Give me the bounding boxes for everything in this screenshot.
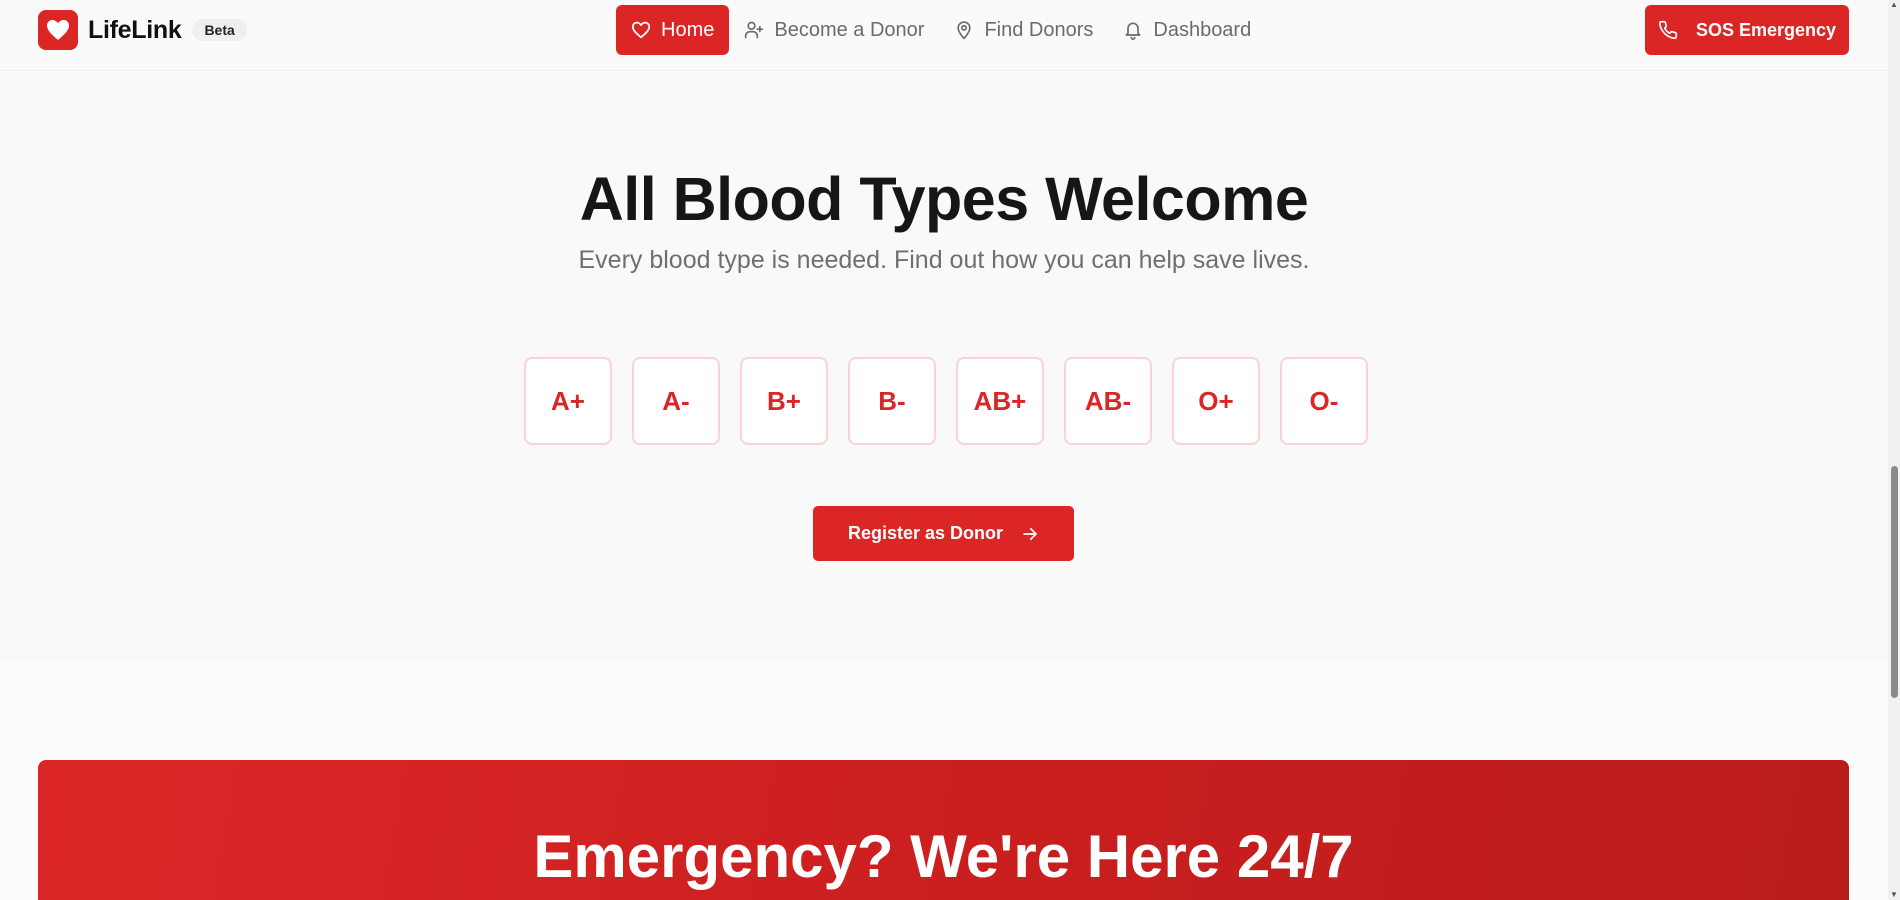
heart-icon: [631, 21, 651, 39]
blood-type-card[interactable]: A-: [632, 357, 720, 445]
scrollbar-thumb[interactable]: [1891, 466, 1898, 698]
nav-item-label: Find Donors: [984, 18, 1094, 41]
blood-type-card[interactable]: O-: [1280, 357, 1368, 445]
section-subtitle: Every blood type is needed. Find out how…: [578, 246, 1310, 274]
scrollbar-track[interactable]: [1888, 0, 1900, 900]
blood-type-card[interactable]: AB+: [956, 357, 1044, 445]
nav-item-find-donors[interactable]: Find Donors: [939, 5, 1108, 55]
register-donor-button[interactable]: Register as Donor: [813, 506, 1074, 561]
scroll-up-arrow-icon[interactable]: ▲: [1890, 0, 1900, 10]
blood-type-card[interactable]: B+: [740, 357, 828, 445]
sos-emergency-label: SOS Emergency: [1695, 19, 1837, 40]
register-donor-label: Register as Donor: [847, 523, 1004, 543]
nav-item-home[interactable]: Home: [616, 5, 730, 55]
blood-type-card[interactable]: AB-: [1064, 357, 1152, 445]
arrow-right-icon: [1023, 527, 1037, 540]
top-navbar: LifeLink Beta Home Become a Donor Find D…: [0, 0, 1888, 71]
nav-item-label: Home: [661, 18, 715, 41]
user-plus-icon: [745, 21, 764, 39]
blood-type-card[interactable]: B-: [848, 357, 936, 445]
brand-logo: [38, 10, 78, 50]
nav-item-become-donor[interactable]: Become a Donor: [729, 5, 939, 55]
nav-links: Home Become a Donor Find Donors Dashboar…: [616, 5, 1266, 55]
blood-types-section: All Blood Types Welcome Every blood type…: [0, 72, 1888, 662]
blood-type-card[interactable]: A+: [524, 357, 612, 445]
emergency-banner: Emergency? We're Here 24/7: [38, 760, 1849, 900]
emergency-title: Emergency? We're Here 24/7: [533, 823, 1354, 890]
beta-badge: Beta: [192, 19, 247, 41]
nav-item-label: Dashboard: [1153, 18, 1252, 41]
bell-icon: [1125, 22, 1141, 40]
nav-item-dashboard[interactable]: Dashboard: [1108, 5, 1266, 55]
nav-item-label: Become a Donor: [774, 18, 925, 41]
brand-name: LifeLink: [88, 15, 182, 44]
sos-emergency-button[interactable]: SOS Emergency: [1645, 5, 1849, 55]
blood-type-list: A+ A- B+ B- AB+ AB- O+ O-: [524, 357, 1368, 445]
phone-icon: [1658, 20, 1678, 40]
page: LifeLink Beta Home Become a Donor Find D…: [0, 0, 1900, 900]
brand[interactable]: LifeLink Beta: [38, 10, 247, 50]
heart-icon: [47, 20, 69, 40]
section-title: All Blood Types Welcome: [579, 165, 1309, 233]
scroll-down-arrow-icon[interactable]: ▼: [1890, 890, 1900, 900]
map-pin-icon: [957, 21, 972, 40]
blood-type-card[interactable]: O+: [1172, 357, 1260, 445]
